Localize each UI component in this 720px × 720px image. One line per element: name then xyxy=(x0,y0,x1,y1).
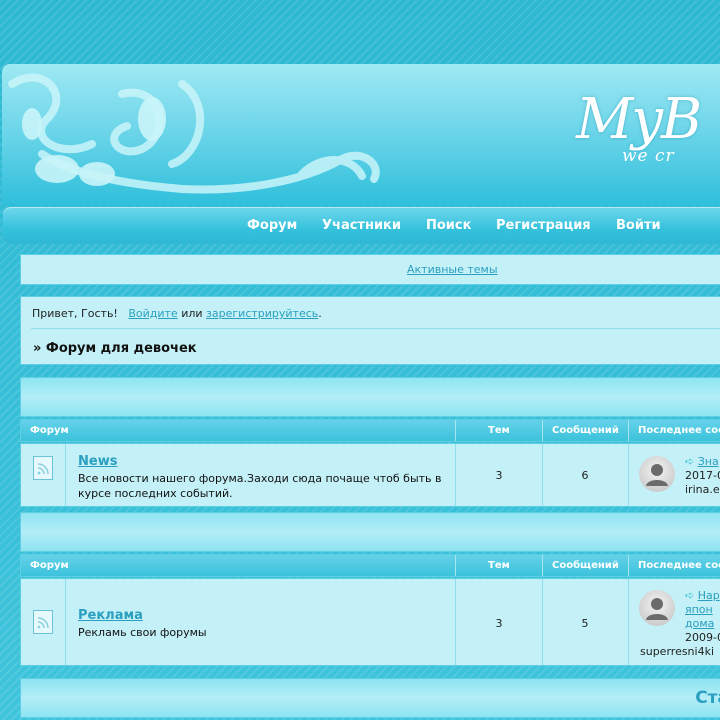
col-divider xyxy=(542,444,543,506)
col-divider xyxy=(628,420,629,441)
active-topics-bar: Активные темы xyxy=(20,254,720,285)
col-divider xyxy=(542,420,543,441)
col-divider xyxy=(628,579,629,665)
col-divider xyxy=(455,579,456,665)
col-divider xyxy=(628,444,629,506)
nav-register[interactable]: Регистрация xyxy=(496,218,591,233)
main-navigation: Форум Участники Поиск Регистрация Войти xyxy=(3,207,720,244)
category-header xyxy=(20,377,720,417)
col-divider xyxy=(455,444,456,506)
header-banner: MyB we cr xyxy=(2,64,720,206)
last-post-user: superresni4ki xyxy=(640,645,715,658)
col-forum: Форум xyxy=(30,560,69,571)
forum-description: Рекламь свои форумы xyxy=(78,626,207,639)
or-text: или xyxy=(181,307,203,320)
nav-forum[interactable]: Форум xyxy=(247,218,297,233)
login-link[interactable]: Войдите xyxy=(128,307,177,320)
col-topics: Тем xyxy=(488,560,510,571)
col-divider xyxy=(628,555,629,576)
floral-decoration xyxy=(8,73,380,194)
col-divider xyxy=(455,555,456,576)
nav-members[interactable]: Участники xyxy=(322,218,401,233)
forum-name-link[interactable]: Реклама xyxy=(78,608,143,623)
site-tagline: we cr xyxy=(622,146,675,166)
user-avatar[interactable] xyxy=(639,456,675,492)
last-post-link[interactable]: Зна xyxy=(698,455,719,468)
last-post-date: 2009-0 xyxy=(685,631,720,644)
welcome-panel: Привет, Гость! Войдите или зарегистрируй… xyxy=(20,296,720,365)
forum-description: Все новости нашего форума.Заходи сюда по… xyxy=(78,472,442,500)
period-text: . xyxy=(318,307,322,320)
category-header xyxy=(20,512,720,552)
col-last-post: Последнее сообщ xyxy=(638,425,720,436)
greeting-line: Привет, Гость! Войдите или зарегистрируй… xyxy=(32,307,322,320)
col-posts: Сообщений xyxy=(552,425,619,436)
col-last-post: Последнее сообщ xyxy=(638,560,720,571)
forum-row: News Все новости нашего форума.Заходи сю… xyxy=(20,443,720,507)
last-post-date: 2017-0 xyxy=(685,469,720,482)
col-divider xyxy=(455,420,456,441)
col-divider xyxy=(542,579,543,665)
forum-name-link[interactable]: News xyxy=(78,454,117,469)
stats-header: Ста xyxy=(20,678,720,718)
stats-title: Ста xyxy=(695,688,720,708)
rss-icon xyxy=(33,610,53,634)
greeting-text: Привет, Гость! xyxy=(32,307,118,320)
register-link[interactable]: зарегистрируйтесь xyxy=(206,307,318,320)
user-avatar[interactable] xyxy=(639,590,675,626)
arrow-right-icon: ➪ xyxy=(685,589,695,602)
topic-count: 3 xyxy=(495,617,503,630)
board-title: » Форум для девочек xyxy=(33,341,197,356)
nav-search[interactable]: Поиск xyxy=(426,218,471,233)
rss-icon xyxy=(33,456,53,480)
nav-login[interactable]: Войти xyxy=(616,218,661,233)
col-forum: Форум xyxy=(30,425,69,436)
last-post-info: ➪ Нар япон дома 2009-0 xyxy=(685,589,720,645)
col-topics: Тем xyxy=(488,425,510,436)
forum-row: Реклама Рекламь свои форумы 3 5 ➪ Нар яп… xyxy=(20,578,720,666)
last-post-link[interactable]: Нар xyxy=(698,589,720,602)
col-divider xyxy=(65,444,66,506)
topic-count: 3 xyxy=(495,469,503,482)
last-post-link[interactable]: дома xyxy=(685,617,714,630)
last-post-link[interactable]: япон xyxy=(685,603,713,616)
last-post-user: irina.e xyxy=(685,483,720,496)
active-topics-link[interactable]: Активные темы xyxy=(407,263,498,276)
post-count: 5 xyxy=(581,617,589,630)
col-divider xyxy=(65,579,66,665)
table-header: Форум Тем Сообщений Последнее сообщ xyxy=(20,554,720,577)
table-header: Форум Тем Сообщений Последнее сообщ xyxy=(20,419,720,442)
site-logo[interactable]: MyB xyxy=(576,92,702,148)
last-post-info: ➪ Зна 2017-0 irina.e xyxy=(685,455,720,497)
col-posts: Сообщений xyxy=(552,560,619,571)
col-divider xyxy=(542,555,543,576)
post-count: 6 xyxy=(581,469,589,482)
divider xyxy=(31,328,720,329)
arrow-right-icon: ➪ xyxy=(685,455,695,468)
